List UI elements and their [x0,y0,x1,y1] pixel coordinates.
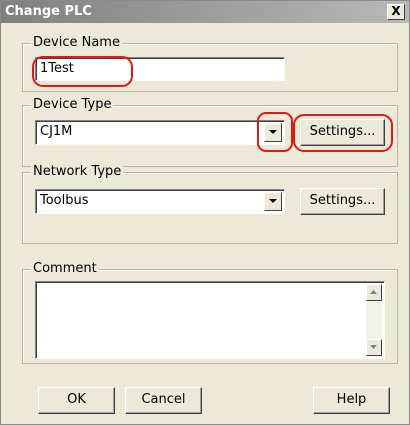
help-button[interactable]: Help [313,387,390,414]
network-type-settings-button[interactable]: Settings... [300,188,385,215]
device-name-highlight [32,56,133,87]
scroll-down-button[interactable] [366,339,382,356]
comment-group: Comment [22,261,398,364]
change-plc-dialog: Change PLC X Device Name 1Test Device Ty… [0,0,410,425]
comment-scrollbar[interactable] [366,284,382,356]
device-type-arrow-highlight [257,112,293,152]
network-type-value: Toolbus [40,193,89,208]
device-type-legend: Device Type [31,97,114,112]
arrow-up-icon [370,290,377,294]
window-title: Change PLC [5,4,92,19]
title-bar[interactable]: Change PLC X [1,1,409,23]
chevron-down-icon [269,199,277,203]
device-type-value: CJ1M [40,124,73,139]
scroll-up-button[interactable] [366,284,382,301]
ok-button[interactable]: OK [38,387,115,414]
arrow-down-icon [370,345,377,349]
cancel-button[interactable]: Cancel [125,387,202,414]
ok-label: OK [67,392,86,407]
network-type-settings-label: Settings... [309,193,376,208]
network-type-dropdown-button[interactable] [264,192,282,211]
network-type-legend: Network Type [31,164,124,179]
cancel-label: Cancel [141,392,186,407]
comment-legend: Comment [31,261,99,276]
help-label: Help [336,392,367,407]
network-type-select[interactable]: Toolbus [35,189,285,214]
close-button[interactable]: X [387,4,405,20]
device-type-select[interactable]: CJ1M [35,120,285,145]
comment-textarea[interactable] [35,281,385,359]
close-icon: X [391,4,401,18]
network-type-group: Network Type Toolbus Settings... [22,164,398,244]
device-name-legend: Device Name [31,35,122,50]
device-type-settings-highlight [293,114,393,152]
